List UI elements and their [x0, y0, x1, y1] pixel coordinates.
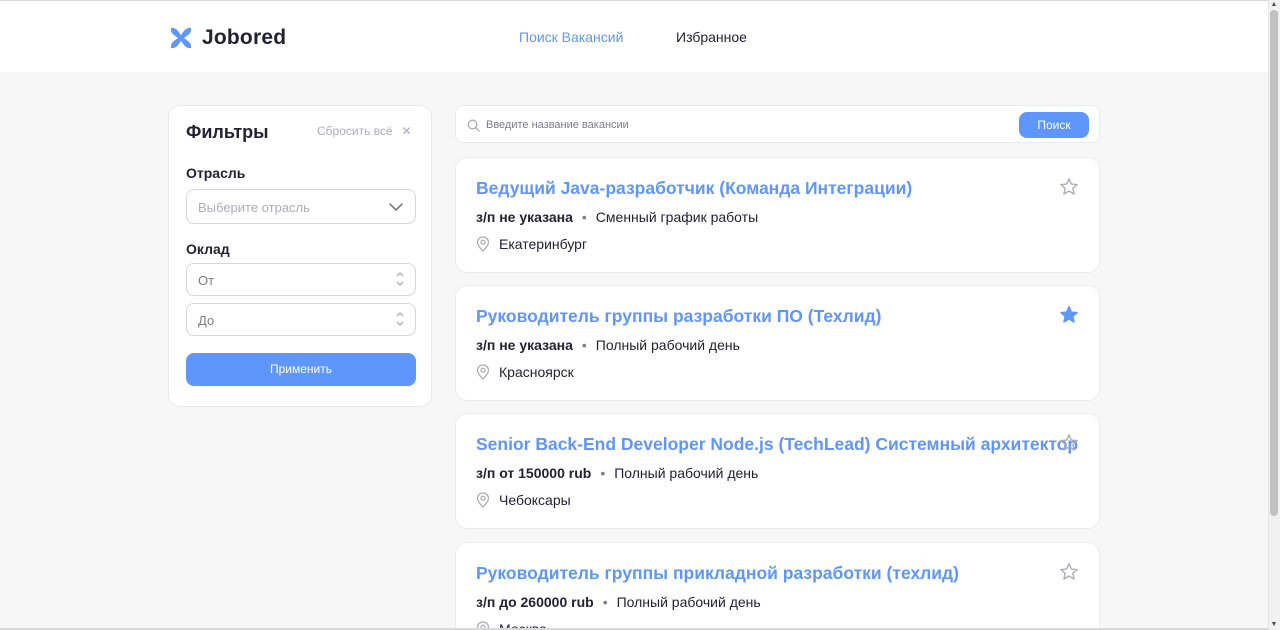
- vacancy-meta: з/п до 260000 rub • Полный рабочий день: [476, 594, 761, 610]
- logo-text: Jobored: [202, 26, 287, 49]
- search-bar: Введите название вакансии Поиск: [455, 105, 1100, 143]
- logo[interactable]: Jobored: [168, 25, 286, 51]
- close-icon: ✕: [401, 124, 412, 138]
- nav-favorites[interactable]: Избранное: [676, 29, 747, 45]
- chevron-up-icon: [396, 272, 404, 277]
- vacancy-meta: з/п не указана • Полный рабочий день: [476, 337, 740, 353]
- vacancy-city: Екатеринбург: [499, 236, 588, 252]
- star-icon[interactable]: [1059, 177, 1079, 197]
- vacancy-card[interactable]: Руководитель группы разработки ПО (Техли…: [455, 285, 1100, 401]
- separator-dot: •: [602, 594, 608, 610]
- scroll-up-arrow-icon[interactable]: ▲: [1270, 1, 1278, 9]
- salary-label: Оклад: [186, 241, 230, 257]
- apply-button[interactable]: Применить: [186, 353, 416, 386]
- logo-icon: [170, 27, 192, 49]
- filters-panel: Фильтры Сбросить всё ✕ Отрасль Выберите …: [168, 105, 432, 407]
- star-icon[interactable]: [1059, 433, 1079, 453]
- vacancy-title[interactable]: Руководитель группы разработки ПО (Техли…: [476, 306, 881, 327]
- salary-from-input[interactable]: От: [186, 263, 416, 296]
- star-icon[interactable]: [1059, 562, 1079, 582]
- star-filled-icon[interactable]: [1059, 305, 1079, 325]
- vacancy-salary: з/п не указана: [476, 209, 573, 225]
- location-pin-icon: [476, 236, 490, 252]
- industry-select[interactable]: Выберите отрасль: [186, 189, 416, 224]
- vacancy-title[interactable]: Senior Back-End Developer Node.js (TechL…: [476, 434, 1078, 455]
- nav-search-vacancies[interactable]: Поиск Вакансий: [519, 29, 623, 45]
- chevron-down-icon: [396, 281, 404, 286]
- salary-from-placeholder: От: [198, 273, 215, 288]
- vacancy-schedule: Полный рабочий день: [595, 337, 740, 353]
- vacancy-salary: з/п от 150000 rub: [476, 465, 592, 481]
- search-icon: [467, 119, 480, 132]
- search-button[interactable]: Поиск: [1019, 112, 1089, 138]
- vacancy-meta: з/п не указана • Сменный график работы: [476, 209, 758, 225]
- vacancy-schedule: Полный рабочий день: [614, 465, 759, 481]
- salary-to-placeholder: До: [198, 313, 215, 328]
- filters-title: Фильтры: [186, 122, 269, 142]
- salary-to-input[interactable]: До: [186, 303, 416, 336]
- vacancy-salary: з/п до 260000 rub: [476, 594, 594, 610]
- vacancy-city: Чебоксары: [499, 492, 571, 508]
- reset-all-label: Сбросить всё: [317, 124, 393, 138]
- vacancy-schedule: Сменный график работы: [595, 209, 759, 225]
- separator-dot: •: [581, 209, 587, 225]
- header: Jobored Поиск Вакансий Избранное: [0, 0, 1268, 72]
- vacancy-card[interactable]: Senior Back-End Developer Node.js (TechL…: [455, 413, 1100, 529]
- vacancy-salary: з/п не указана: [476, 337, 573, 353]
- vacancy-location: Красноярск: [476, 364, 574, 380]
- separator-dot: •: [600, 465, 606, 481]
- reset-all-button[interactable]: Сбросить всё ✕: [317, 124, 412, 138]
- scroll-down-arrow-icon[interactable]: ▼: [1270, 621, 1278, 629]
- separator-dot: •: [581, 337, 587, 353]
- vacancy-city: Красноярск: [499, 364, 574, 380]
- vacancy-title[interactable]: Руководитель группы прикладной разработк…: [476, 563, 959, 584]
- location-pin-icon: [476, 492, 490, 508]
- salary-from-stepper[interactable]: [395, 269, 405, 291]
- vacancy-location: Екатеринбург: [476, 236, 587, 252]
- salary-to-stepper[interactable]: [395, 309, 405, 331]
- search-input[interactable]: Введите название вакансии: [486, 119, 629, 131]
- vacancy-meta: з/п от 150000 rub • Полный рабочий день: [476, 465, 758, 481]
- vacancy-card[interactable]: Ведущий Java-разработчик (Команда Интегр…: [455, 157, 1100, 273]
- industry-placeholder: Выберите отрасль: [198, 200, 310, 215]
- chevron-up-icon: [396, 312, 404, 317]
- vacancy-schedule: Полный рабочий день: [616, 594, 761, 610]
- chevron-down-icon: [389, 203, 403, 211]
- vacancy-title[interactable]: Ведущий Java-разработчик (Команда Интегр…: [476, 178, 912, 199]
- vacancy-card[interactable]: Руководитель группы прикладной разработк…: [455, 542, 1100, 630]
- scrollbar-thumb[interactable]: [1270, 10, 1278, 516]
- industry-label: Отрасль: [186, 165, 246, 181]
- vacancy-location: Чебоксары: [476, 492, 571, 508]
- chevron-down-icon: [396, 321, 404, 326]
- location-pin-icon: [476, 364, 490, 380]
